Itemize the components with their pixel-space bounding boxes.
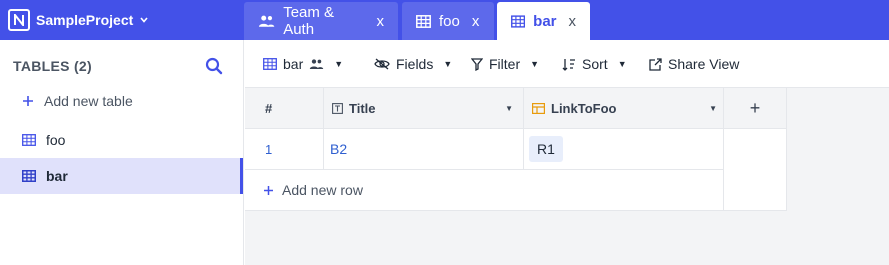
add-new-row-button[interactable]: Add new row bbox=[245, 170, 724, 211]
row-number-cell: 1 bbox=[245, 129, 324, 170]
column-header-label: Title bbox=[349, 100, 376, 116]
nocodb-logo-icon bbox=[8, 9, 30, 31]
column-header-title[interactable]: Title ▼ bbox=[324, 88, 524, 129]
search-icon[interactable] bbox=[205, 57, 223, 75]
tab-team-auth[interactable]: Team & Auth x bbox=[244, 2, 398, 40]
column-header-linktofoo[interactable]: LinkToFoo ▼ bbox=[524, 88, 724, 129]
grid-icon bbox=[416, 14, 431, 28]
empty-column-cell bbox=[724, 129, 787, 211]
sidebar-item-foo[interactable]: foo bbox=[0, 122, 243, 158]
grid-icon bbox=[22, 170, 36, 182]
filter-label: Filter bbox=[489, 56, 521, 72]
tab-foo[interactable]: foo x bbox=[402, 2, 494, 40]
top-bar: SampleProject Team & Auth x foo x bar x bbox=[0, 0, 889, 40]
grid-icon bbox=[22, 134, 36, 146]
linktofoo-cell[interactable]: R1 bbox=[524, 129, 724, 170]
sort-button[interactable]: Sort ▼ bbox=[562, 40, 627, 88]
sort-icon bbox=[562, 58, 575, 71]
grid-icon bbox=[263, 58, 277, 70]
column-header-label: # bbox=[265, 100, 273, 116]
users-icon bbox=[258, 15, 275, 27]
share-view-label: Share View bbox=[668, 56, 740, 72]
caret-down-icon[interactable]: ▼ bbox=[709, 104, 717, 113]
text-field-icon bbox=[332, 102, 343, 114]
link-field-icon bbox=[532, 102, 545, 114]
filter-button[interactable]: Filter ▼ bbox=[471, 40, 539, 88]
add-new-row-label: Add new row bbox=[282, 182, 363, 198]
view-toolbar: bar ▼ Fields ▼ Filter ▼ Sort ▼ Share Vie… bbox=[245, 40, 889, 88]
grid-area: # Title ▼ LinkToFoo ▼ + 1 B2 R1 Add new … bbox=[245, 88, 889, 265]
caret-down-icon: ▼ bbox=[617, 59, 627, 69]
caret-down-icon: ▼ bbox=[530, 59, 540, 69]
plus-icon bbox=[23, 96, 33, 106]
project-switcher[interactable]: SampleProject bbox=[8, 0, 149, 40]
project-name: SampleProject bbox=[36, 12, 134, 28]
eye-off-icon bbox=[374, 58, 390, 70]
title-cell[interactable]: B2 bbox=[324, 129, 524, 170]
close-icon[interactable]: x bbox=[377, 13, 385, 30]
plus-icon: + bbox=[749, 97, 761, 118]
caret-down-icon[interactable]: ▼ bbox=[505, 104, 513, 113]
share-icon bbox=[649, 57, 662, 71]
add-new-table-button[interactable]: Add new table bbox=[22, 93, 133, 109]
linked-record-chip[interactable]: R1 bbox=[529, 136, 563, 162]
grid-icon bbox=[511, 14, 526, 28]
caret-down-icon: ▼ bbox=[443, 59, 453, 69]
column-header-row-number: # bbox=[245, 88, 324, 129]
tab-bar[interactable]: bar x bbox=[497, 2, 590, 40]
share-view-button[interactable]: Share View bbox=[649, 40, 739, 88]
tab-label: foo bbox=[439, 12, 460, 30]
chevron-down-icon bbox=[140, 17, 148, 23]
tables-header: TABLES (2) bbox=[13, 58, 92, 74]
tab-label: Team & Auth bbox=[283, 4, 335, 38]
caret-down-icon: ▼ bbox=[334, 59, 344, 69]
close-icon[interactable]: x bbox=[569, 13, 577, 30]
sidebar: TABLES (2) Add new table foo bar bbox=[0, 40, 244, 265]
title-value: B2 bbox=[330, 141, 348, 157]
sidebar-item-label: foo bbox=[46, 132, 66, 148]
view-name: bar bbox=[283, 56, 304, 72]
add-new-table-label: Add new table bbox=[44, 93, 133, 109]
users-icon bbox=[310, 59, 324, 69]
plus-icon bbox=[264, 185, 273, 195]
view-selector[interactable]: bar ▼ bbox=[263, 40, 343, 88]
sort-label: Sort bbox=[582, 56, 608, 72]
sidebar-item-label: bar bbox=[46, 168, 68, 184]
column-header-label: LinkToFoo bbox=[551, 100, 617, 116]
fields-label: Fields bbox=[396, 56, 434, 72]
filter-icon bbox=[471, 57, 483, 71]
add-column-button[interactable]: + bbox=[724, 88, 787, 129]
close-icon[interactable]: x bbox=[472, 13, 480, 30]
row-number: 1 bbox=[265, 141, 273, 157]
fields-button[interactable]: Fields ▼ bbox=[374, 40, 452, 88]
tab-label: bar bbox=[533, 12, 557, 30]
sidebar-item-bar[interactable]: bar bbox=[0, 158, 243, 194]
